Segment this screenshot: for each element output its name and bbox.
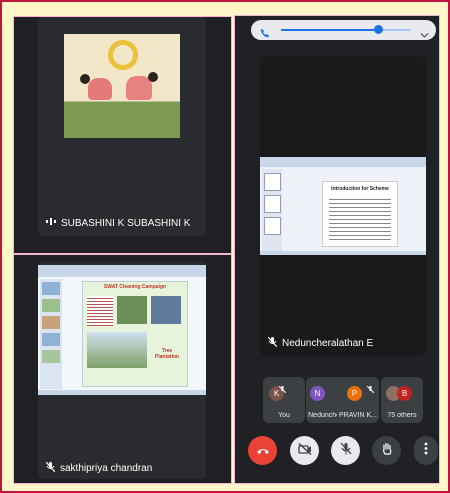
participant-name-label: SUBASHINI K SUBASHINI K (61, 217, 191, 229)
raise-hand-button[interactable] (372, 436, 401, 465)
participant-tile-subashini[interactable]: SUBASHINI K SUBASHINI K (13, 16, 232, 254)
volume-control[interactable] (251, 20, 436, 40)
person-figure (88, 78, 112, 100)
slide-bullets (329, 196, 391, 240)
participant-chip-others[interactable]: B 75 others (381, 377, 423, 423)
participant-name-label: Neduncheralathan E (282, 338, 374, 349)
thumb-1 (264, 173, 281, 191)
mic-off-icon (340, 442, 352, 460)
volume-fill (281, 29, 378, 31)
thumb-2 (42, 299, 60, 312)
ppt-ribbon (260, 157, 426, 167)
phone-icon (260, 25, 270, 43)
chevron-down-icon[interactable] (420, 26, 429, 44)
volume-slider-thumb[interactable] (374, 25, 383, 34)
slide-text (87, 296, 113, 326)
hand-icon (381, 442, 393, 460)
more-options-button[interactable] (414, 436, 438, 465)
ppt-statusbar (38, 390, 206, 395)
participant-name: Neduncheralathan E (267, 336, 374, 350)
slide-photo (151, 296, 181, 324)
ppt-statusbar (260, 251, 426, 255)
mic-off-icon (278, 380, 287, 398)
participant-chip-you[interactable]: K You (263, 377, 305, 423)
phone-hangup-icon (256, 442, 270, 460)
participant-label: PRAVIN K... (339, 412, 377, 419)
thumb-1 (42, 282, 60, 295)
more-vert-icon (424, 442, 428, 460)
wall-emblem (108, 40, 138, 70)
mic-off-icon (267, 336, 278, 350)
person-head (148, 72, 158, 82)
slide-photo (117, 296, 147, 324)
thumb-2 (264, 195, 281, 213)
camera-toggle-button[interactable] (290, 436, 319, 465)
person-head (80, 74, 90, 84)
avatar: N (310, 386, 325, 401)
thumb-3 (42, 316, 60, 329)
end-call-button[interactable] (248, 436, 277, 465)
participant-name: sakthipriya chandran (45, 461, 153, 475)
slide-canvas: Introduction for Scheme (322, 181, 398, 247)
participant-name-label: sakthipriya chandran (60, 463, 153, 474)
participant-tile-sakthipriya[interactable]: SWAT Cleaning Campaign Tree Plantation s… (13, 254, 232, 484)
slide-title: SWAT Cleaning Campaign (103, 284, 167, 290)
mic-toggle-button[interactable] (331, 436, 360, 465)
slide-photo (87, 332, 147, 368)
camera-off-icon (297, 442, 312, 460)
thumb-5 (42, 350, 60, 363)
avatar: P (347, 386, 362, 401)
ppt-ribbon (38, 265, 206, 277)
slide-footer: Tree Plantation (154, 348, 180, 360)
slide-title: Introduction for Scheme (331, 186, 389, 192)
shared-presentation: Introduction for Scheme (260, 157, 426, 255)
mic-off-icon (366, 380, 375, 398)
thumb-4 (42, 333, 60, 346)
participant-label: You (278, 412, 290, 419)
shared-presentation: SWAT Cleaning Campaign Tree Plantation (38, 265, 206, 395)
avatar: B (397, 386, 412, 401)
mic-off-icon (45, 461, 56, 475)
audio-level-icon (46, 217, 56, 229)
participant-tile-neduncheralathan[interactable]: Introduction for Scheme Neduncheralathan… (260, 56, 426, 356)
participant-label: 75 others (387, 412, 417, 419)
video-feed: SWAT Cleaning Campaign Tree Plantation s… (38, 261, 206, 479)
video-feed: SUBASHINI K SUBASHINI K (38, 17, 206, 236)
video-image (64, 34, 180, 138)
slide-canvas: SWAT Cleaning Campaign Tree Plantation (82, 281, 188, 387)
thumb-3 (264, 217, 281, 235)
participant-chip-pravin[interactable]: P PRAVIN K... (337, 377, 379, 423)
participant-name: SUBASHINI K SUBASHINI K (46, 217, 190, 229)
